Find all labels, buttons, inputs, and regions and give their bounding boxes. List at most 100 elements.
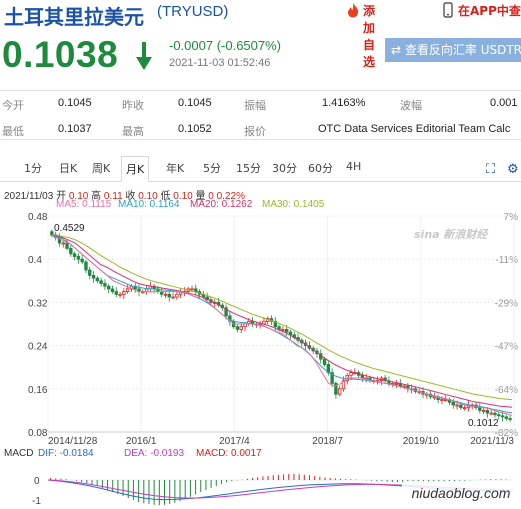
ma30-legend: MA30: 0.1405 [262,199,325,210]
amplitude-value: 1.4163% [322,97,366,109]
open-label: 今开 [2,99,24,112]
fullscreen-icon[interactable]: ⛶ [486,161,495,177]
tab-daily-k[interactable]: 日K [59,160,77,176]
tab-4h[interactable]: 4H [346,160,361,173]
open-in-app-label: 在APP中查看 [458,4,521,18]
candle-body [91,275,96,279]
volatility-value: 0.001 [490,97,518,109]
y-tick-label: 0.24 [28,342,48,353]
quote-stats: 今开 0.1045 昨收 0.1045 振幅 1.4163% 波幅 0.001 … [0,90,521,140]
candle-body [190,288,194,291]
candle-body [489,412,493,415]
candle-body [508,418,512,420]
candle-body [163,293,168,296]
ma10-legend: MA10: 0.1164 [118,199,180,210]
candle-body [277,326,281,330]
candle-body [110,288,115,293]
tab-30min[interactable]: 30分 [272,160,297,176]
site-watermark: niudaoblog.com [402,481,520,505]
candle-body [485,409,490,414]
x-tick-label: 2021/11/3 [470,436,514,446]
current-price: 0.1038 [2,34,119,75]
low-value: 0.1037 [58,123,92,135]
candle-body [65,242,69,249]
candle-body [444,399,448,402]
candle-body [235,326,240,330]
y-tick-label: 0.08 [28,428,48,439]
y-tick-label: 0.16 [28,385,48,396]
high-value: 0.1052 [178,123,212,135]
candle-body [440,399,444,402]
source-label: 报价 [244,125,266,138]
add-favorite-label: 添加自选 [363,4,376,69]
tab-weekly-k[interactable]: 周K [92,160,110,176]
x-tick-label: 2017/4 [219,436,250,446]
candle-body [106,285,111,290]
settings-icon[interactable]: ⚙ [507,161,519,177]
candle-body [114,291,118,295]
candle-body [84,261,88,271]
candle-body [50,231,54,236]
tab-monthly-k[interactable]: 月K [121,156,150,182]
tab-15min[interactable]: 15分 [236,160,261,176]
source-value: OTC Data Services Editorial Team Calc [318,123,511,135]
candle-body [284,329,289,333]
low-label: 最低 [2,125,24,138]
ma20-line [49,234,513,408]
high-label: 最高 [122,125,144,138]
candle-body [69,248,73,255]
macd-y-tick: -1 [32,496,41,507]
candle-body [322,358,327,365]
right-tick-label: -64% [495,385,518,396]
page-title: 土耳其里拉美元 [4,5,144,29]
reverse-rate-button[interactable]: ⇄ 查看反向汇率 USDTRY [385,38,521,62]
tab-60min[interactable]: 60分 [308,160,333,176]
kline-chart[interactable]: 0.48 7% 0.4 -11% 0.32 -29% 0.24 -47% 0.16 -64% 0.0… [0,210,521,446]
max-price-label: 0.4529 [54,223,85,234]
candle-body [171,296,175,299]
quote-timestamp: 2021-11-03 01:52:46 [169,57,271,69]
candle-body [88,269,92,276]
arrow-down-icon [136,42,152,70]
x-tick-label: 2018/7 [312,436,343,446]
candle-body [481,409,486,412]
y-tick-label: 0.48 [28,212,48,223]
reverse-rate-label: 查看反向汇率 USDTRY [404,43,521,57]
candle-body [493,412,497,416]
ma5-legend: MA5: 0.1115 [56,199,112,210]
price-change: -0.0007 (-0.6507%) [169,38,282,53]
right-tick-label: -47% [495,342,518,353]
tab-1min[interactable]: 1分 [24,160,42,176]
candle-body [167,293,171,298]
period-tabs: 1分 日K 周K 月K 年K 5分 15分 30分 60分 4H ⛶ ⚙ [0,156,521,182]
tab-5min[interactable]: 5分 [203,160,221,176]
open-value: 0.1045 [58,97,92,109]
ma20-legend: MA20: 0.1262 [190,199,253,210]
ma5-line [49,234,513,416]
tab-yearly-k[interactable]: 年K [166,160,184,176]
candle-body [459,404,463,409]
candle-body [394,382,399,385]
candle-body [349,372,353,376]
flame-icon [348,3,358,18]
y-tick-label: 0.32 [28,298,48,309]
candle-body [194,288,198,293]
candle-body [125,288,130,293]
swap-icon: ⇄ [391,43,402,57]
candle-body [76,256,81,260]
amplitude-label: 振幅 [244,99,266,112]
candle-body [500,415,505,418]
right-tick-label: -11% [495,255,518,266]
candle-body [118,293,122,296]
macd-y-tick: 0 [34,476,40,487]
candle-body [497,414,501,417]
candle-body [61,242,65,245]
volatility-label: 波幅 [400,99,422,112]
title-bar: 土耳其里拉美元 (TRYUSD) 添加自选 在APP中查看 [0,0,521,69]
candle-body [478,407,482,411]
candle-body [80,258,84,263]
right-tick-label: -29% [495,298,518,309]
candle-body [99,280,103,284]
candle-body [103,283,107,287]
candle-body [239,326,243,330]
